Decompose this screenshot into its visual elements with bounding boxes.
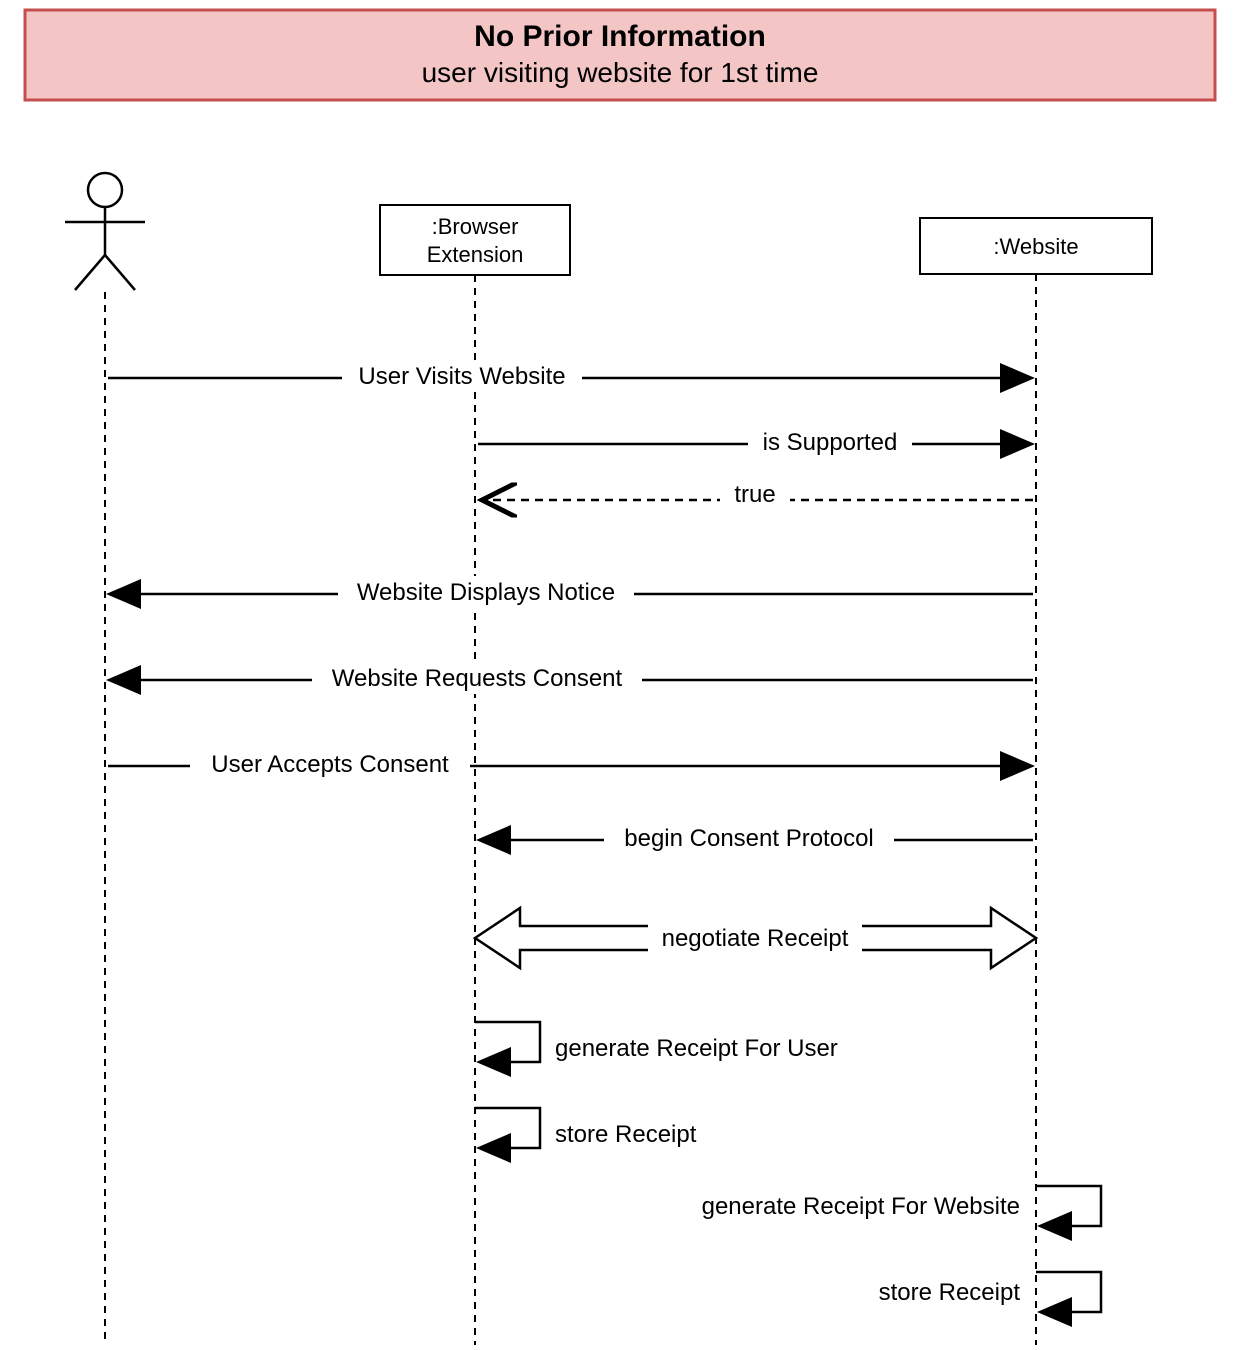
message-label: User Visits Website bbox=[358, 363, 565, 390]
header-subtitle: user visiting website for 1st time bbox=[422, 57, 819, 88]
message-label: User Accepts Consent bbox=[211, 751, 449, 778]
msg-store-receipt-user: store Receipt bbox=[475, 1108, 697, 1148]
msg-accepts-consent: User Accepts Consent bbox=[108, 748, 1030, 780]
message-label: Website Requests Consent bbox=[332, 665, 623, 692]
sequence-diagram: No Prior Information user visiting websi… bbox=[0, 0, 1240, 1350]
msg-displays-notice: Website Displays Notice bbox=[111, 576, 1033, 608]
diagram-header: No Prior Information user visiting websi… bbox=[25, 10, 1215, 100]
message-label: generate Receipt For Website bbox=[702, 1193, 1020, 1220]
message-label: store Receipt bbox=[555, 1121, 697, 1148]
msg-negotiate-receipt: negotiate Receipt bbox=[475, 908, 1036, 968]
msg-user-visits-website: User Visits Website bbox=[108, 360, 1030, 392]
msg-begin-consent-protocol: begin Consent Protocol bbox=[481, 822, 1033, 854]
participant-label: :Website bbox=[993, 234, 1078, 259]
msg-generate-receipt-user: generate Receipt For User bbox=[475, 1022, 838, 1062]
msg-requests-consent: Website Requests Consent bbox=[111, 662, 1033, 694]
participant-website: :Website bbox=[920, 218, 1152, 274]
message-label: generate Receipt For User bbox=[555, 1035, 838, 1062]
message-label: true bbox=[734, 481, 775, 508]
msg-store-receipt-website: store Receipt bbox=[879, 1272, 1101, 1312]
message-label: store Receipt bbox=[879, 1279, 1021, 1306]
msg-generate-receipt-website: generate Receipt For Website bbox=[702, 1186, 1101, 1226]
actor-user bbox=[65, 173, 145, 290]
msg-is-supported: is Supported bbox=[478, 426, 1030, 458]
participant-label: Extension bbox=[427, 242, 524, 267]
msg-true: true bbox=[482, 478, 1033, 508]
message-label: begin Consent Protocol bbox=[624, 825, 874, 852]
participant-label: :Browser bbox=[432, 214, 519, 239]
header-title: No Prior Information bbox=[474, 20, 766, 53]
message-label: is Supported bbox=[763, 429, 898, 456]
message-label: Website Displays Notice bbox=[357, 579, 615, 606]
participant-browser-extension: :Browser Extension bbox=[380, 205, 570, 275]
message-label: negotiate Receipt bbox=[662, 925, 849, 952]
